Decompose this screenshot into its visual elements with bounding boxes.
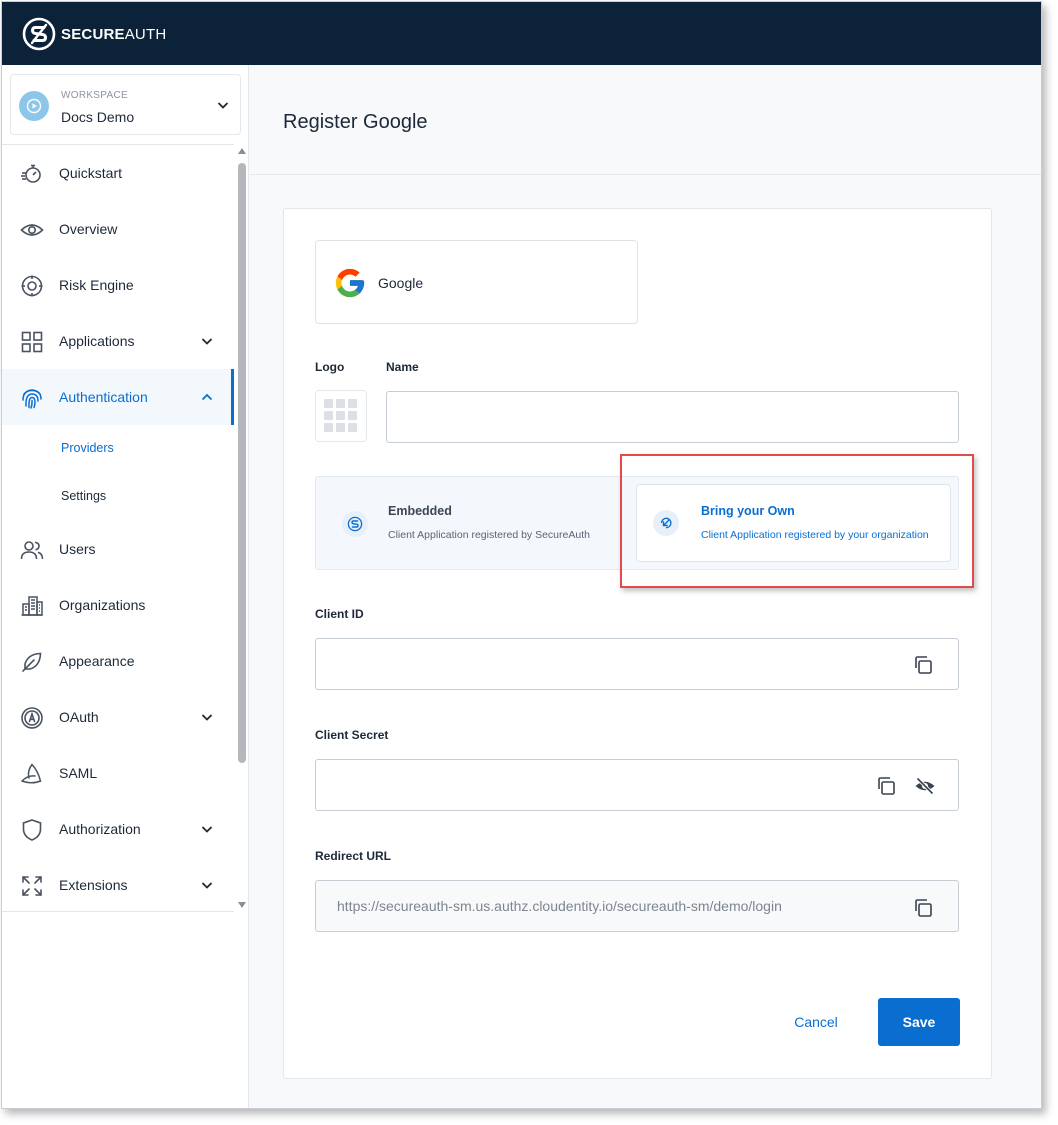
arrow-in-circle-icon bbox=[653, 510, 679, 536]
grid-icon bbox=[21, 331, 43, 353]
eye-icon bbox=[20, 224, 44, 236]
buildings-icon bbox=[21, 596, 43, 616]
chevron-down-icon bbox=[201, 882, 213, 889]
sidebar-item-label: Overview bbox=[59, 221, 118, 237]
copy-icon bbox=[915, 899, 932, 917]
fingerprint-icon bbox=[22, 389, 42, 409]
chevron-down-icon bbox=[217, 102, 229, 109]
sidebar-item-label: Appearance bbox=[59, 653, 135, 669]
sidebar-subitem-providers[interactable]: Providers bbox=[2, 425, 234, 473]
shield-icon bbox=[22, 819, 42, 841]
option-embedded[interactable]: Embedded Client Application registered b… bbox=[316, 477, 626, 569]
target-icon bbox=[21, 275, 43, 297]
sidebar-item-appearance[interactable]: Appearance bbox=[2, 633, 234, 689]
workspace-avatar bbox=[19, 91, 49, 121]
stopwatch-icon bbox=[21, 164, 41, 183]
brand-name: SECUREAUTH bbox=[61, 25, 167, 43]
sidebar-item-label: OAuth bbox=[59, 709, 99, 725]
option-description: Client Application registered by SecureA… bbox=[388, 529, 590, 541]
sidebar-item-authentication[interactable]: Authentication bbox=[2, 369, 234, 425]
expand-icon bbox=[22, 876, 42, 896]
client-secret-input[interactable] bbox=[315, 759, 959, 811]
option-title: Bring your Own bbox=[701, 504, 795, 518]
chevron-down-icon bbox=[201, 826, 213, 833]
sidebar-item-label: Users bbox=[59, 541, 96, 557]
sidebar-item-saml[interactable]: SAML bbox=[2, 745, 234, 801]
sidebar-item-label: Quickstart bbox=[59, 165, 123, 181]
workspace-label: WORKSPACE bbox=[61, 90, 128, 101]
scrollbar-thumb[interactable] bbox=[238, 163, 246, 763]
redirect-url-input[interactable] bbox=[315, 880, 959, 932]
divider bbox=[2, 911, 234, 912]
users-icon bbox=[20, 541, 44, 560]
saml-icon bbox=[21, 763, 42, 784]
copy-icon bbox=[915, 656, 932, 674]
copy-icon bbox=[878, 777, 895, 795]
client-secret-label: Client Secret bbox=[315, 728, 389, 742]
scroll-up-arrow-icon[interactable] bbox=[238, 148, 246, 154]
name-label: Name bbox=[386, 360, 419, 374]
main-content: Register Google Google Logo Name Embedde… bbox=[250, 65, 1041, 1108]
redirect-url-label: Redirect URL bbox=[315, 849, 392, 863]
app-window: SECUREAUTH WORKSPACE Docs Demo Quickstar… bbox=[1, 1, 1042, 1109]
cancel-button[interactable]: Cancel bbox=[780, 998, 852, 1046]
sidebar-subitem-settings[interactable]: Settings bbox=[2, 473, 234, 521]
copy-redirect-url-button[interactable] bbox=[910, 895, 936, 921]
eye-off-icon bbox=[915, 777, 935, 795]
sidebar-subitem-label: Providers bbox=[61, 441, 114, 455]
sidebar-item-label: Risk Engine bbox=[59, 277, 134, 293]
oauth-icon bbox=[21, 707, 43, 729]
option-bring-your-own[interactable]: Bring your Own Client Application regist… bbox=[636, 484, 951, 562]
app-placeholder-icon bbox=[324, 399, 357, 432]
sidebar-item-overview[interactable]: Overview bbox=[2, 201, 234, 257]
sidebar-item-label: Organizations bbox=[59, 597, 146, 613]
provider-header: Google bbox=[315, 240, 638, 324]
chevron-down-icon bbox=[201, 714, 213, 721]
sidebar-item-applications[interactable]: Applications bbox=[2, 313, 234, 369]
sidebar-item-label: Extensions bbox=[59, 877, 128, 893]
sidebar-item-label: Authorization bbox=[59, 821, 141, 837]
brand[interactable]: SECUREAUTH bbox=[22, 17, 166, 51]
option-description: Client Application registered by your or… bbox=[701, 529, 929, 541]
secureauth-logo-icon bbox=[22, 17, 56, 51]
sidebar-item-label: Authentication bbox=[59, 389, 148, 405]
sidebar-item-label: SAML bbox=[59, 765, 98, 781]
sidebar-subitem-label: Settings bbox=[61, 489, 107, 503]
top-bar: SECUREAUTH bbox=[2, 2, 1041, 65]
scroll-down-arrow-icon[interactable] bbox=[238, 902, 246, 908]
copy-client-id-button[interactable] bbox=[910, 652, 936, 678]
sidebar-item-extensions[interactable]: Extensions bbox=[2, 857, 234, 913]
copy-client-secret-button[interactable] bbox=[873, 773, 899, 799]
workspace-name: Docs Demo bbox=[61, 109, 135, 125]
sidebar-item-quickstart[interactable]: Quickstart bbox=[2, 145, 234, 201]
chevron-down-icon bbox=[201, 338, 213, 345]
register-form-card: Google Logo Name Embedded Client Applica… bbox=[283, 208, 992, 1079]
save-button[interactable]: Save bbox=[878, 998, 960, 1046]
sidebar-item-authorization[interactable]: Authorization bbox=[2, 801, 234, 857]
sidebar-item-oauth[interactable]: OAuth bbox=[2, 689, 234, 745]
client-id-input[interactable] bbox=[315, 638, 959, 690]
page-header: Register Google bbox=[250, 65, 1041, 175]
logo-label: Logo bbox=[315, 360, 345, 374]
google-logo-icon bbox=[335, 268, 365, 298]
sidebar-item-organizations[interactable]: Organizations bbox=[2, 577, 234, 633]
secureauth-small-icon bbox=[342, 511, 368, 537]
chevron-up-icon bbox=[201, 393, 213, 401]
workspace-selector[interactable]: WORKSPACE Docs Demo bbox=[10, 74, 241, 135]
play-circle-icon bbox=[26, 98, 42, 114]
page-title: Register Google bbox=[283, 111, 428, 133]
client-id-label: Client ID bbox=[315, 607, 364, 621]
provider-name: Google bbox=[378, 275, 424, 291]
option-title: Embedded bbox=[388, 504, 452, 518]
name-input[interactable] bbox=[386, 391, 959, 443]
sidebar-scrollbar[interactable] bbox=[235, 145, 249, 911]
client-type-selector: Embedded Client Application registered b… bbox=[315, 476, 959, 570]
logo-upload[interactable] bbox=[315, 390, 367, 442]
toggle-secret-visibility-button[interactable] bbox=[912, 773, 938, 799]
feather-icon bbox=[22, 652, 42, 672]
sidebar-item-label: Applications bbox=[59, 333, 135, 349]
sidebar-item-risk-engine[interactable]: Risk Engine bbox=[2, 257, 234, 313]
sidebar: WORKSPACE Docs Demo Quickstart Overview bbox=[2, 65, 249, 1108]
sidebar-item-users[interactable]: Users bbox=[2, 521, 234, 577]
